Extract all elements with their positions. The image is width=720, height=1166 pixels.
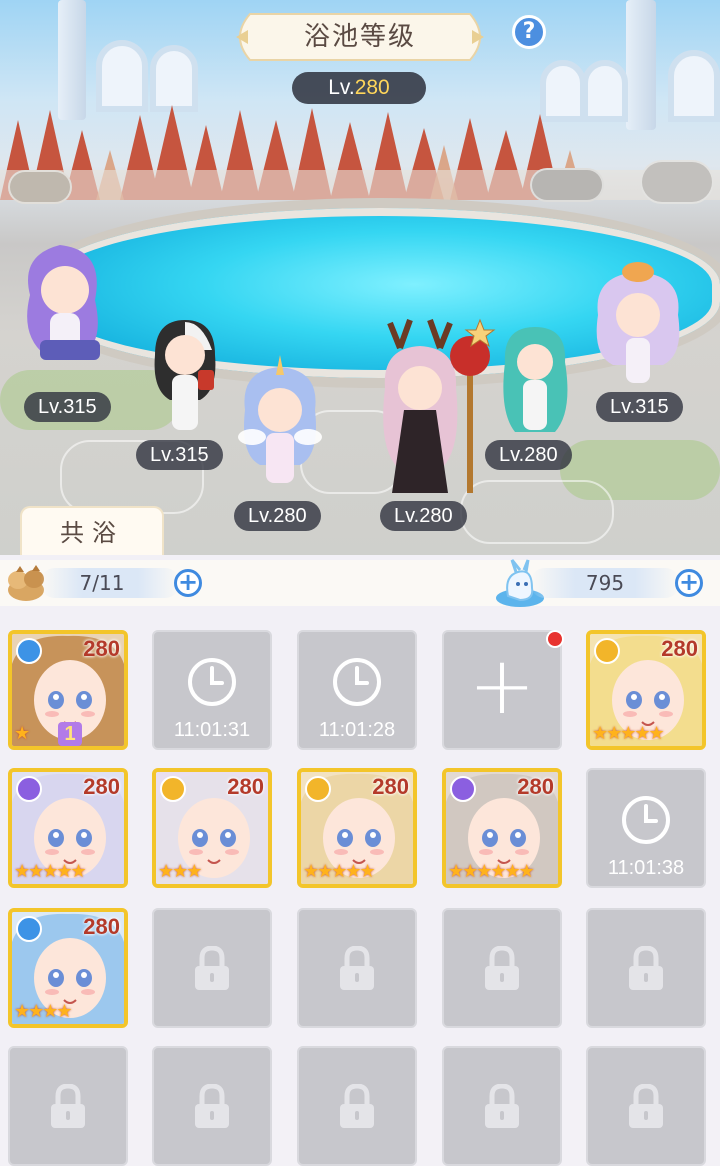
star-rating: ★★★★★ xyxy=(14,861,87,882)
clock-icon xyxy=(622,796,670,844)
cooldown-slot[interactable]: 11:01:28 xyxy=(297,630,417,750)
character-card-slot[interactable]: 280 ★★★★ xyxy=(8,908,128,1028)
character-card-slot[interactable]: 280 ★★★★★ xyxy=(297,768,417,888)
character-card-slot[interactable]: 280 ★★★★★★ xyxy=(442,768,562,888)
help-button[interactable]: ? xyxy=(512,15,546,49)
lock-icon xyxy=(195,1084,229,1128)
lock-icon xyxy=(485,1084,519,1128)
locked-slot[interactable] xyxy=(152,908,272,1028)
locked-slot[interactable] xyxy=(152,1046,272,1166)
locked-slot[interactable] xyxy=(586,908,706,1028)
locked-slot[interactable] xyxy=(442,908,562,1028)
awakening-count: 1 xyxy=(58,722,82,746)
cooldown-slot[interactable]: 11:01:38 xyxy=(586,768,706,888)
locked-slot[interactable] xyxy=(442,1046,562,1166)
star-rating: ★★★★ xyxy=(14,1001,73,1022)
character-level-2: Lv.315 xyxy=(136,440,223,470)
bather-character-6[interactable] xyxy=(588,260,688,390)
bather-character-2[interactable] xyxy=(140,310,230,440)
rock-left xyxy=(8,170,72,204)
card-level: 280 xyxy=(227,774,264,799)
character-card-slot[interactable]: 280 ★★★★★ xyxy=(586,630,706,750)
element-badge-icon xyxy=(450,776,476,802)
cooldown-timer: 11:01:28 xyxy=(318,719,396,741)
star-rating: ★★★★★ xyxy=(592,723,665,744)
locked-slot[interactable] xyxy=(297,1046,417,1166)
element-badge-icon xyxy=(16,638,42,664)
pool-level-prefix: Lv. xyxy=(328,76,355,99)
add-energy-button[interactable]: + xyxy=(675,569,703,597)
element-badge-icon xyxy=(16,776,42,802)
star-rating: ★★★★★ xyxy=(303,861,376,882)
bather-character-4[interactable] xyxy=(370,318,510,498)
character-card-slot[interactable]: 280 ★★★★★ xyxy=(8,768,128,888)
capacity-value: 7/11 xyxy=(79,571,125,595)
card-level: 280 xyxy=(661,636,698,661)
tab-shared-bath-label: 共浴 xyxy=(60,519,124,547)
element-badge-icon xyxy=(16,916,42,942)
card-level: 280 xyxy=(83,636,120,661)
rock-far-right xyxy=(640,160,714,204)
lock-icon xyxy=(51,1084,85,1128)
add-capacity-button[interactable]: + xyxy=(174,569,202,597)
element-badge-icon xyxy=(160,776,186,802)
autumn-trees xyxy=(0,105,720,200)
rock-right xyxy=(530,168,604,202)
title-text: 浴池等级 xyxy=(303,22,416,52)
character-level-1: Lv.315 xyxy=(24,392,111,422)
notification-dot xyxy=(546,630,564,648)
pool-level-title: 浴池等级 xyxy=(228,12,492,62)
star-rating: ★★★★★★ xyxy=(448,861,535,882)
pool-level-value: 280 xyxy=(354,76,390,99)
lock-icon xyxy=(485,946,519,990)
element-badge-icon xyxy=(594,638,620,664)
add-slot[interactable]: + xyxy=(442,630,562,750)
character-card-slot[interactable]: 280 ★★★ xyxy=(152,768,272,888)
star-rating: ★ xyxy=(14,723,30,744)
star-rating: ★★★ xyxy=(158,861,202,882)
lock-icon xyxy=(195,946,229,990)
bather-character-3[interactable] xyxy=(230,355,330,495)
character-level-5: Lv.280 xyxy=(485,440,572,470)
plus-icon: + xyxy=(468,639,536,732)
lock-icon xyxy=(340,1084,374,1128)
locked-slot[interactable] xyxy=(586,1046,706,1166)
character-card-slot[interactable]: 280 ★ 1 xyxy=(8,630,128,750)
lock-icon xyxy=(340,946,374,990)
cooldown-timer: 11:01:38 xyxy=(607,857,685,879)
card-level: 280 xyxy=(83,774,120,799)
pool-level-indicator: Lv.280 xyxy=(292,72,426,104)
element-badge-icon xyxy=(305,776,331,802)
clock-icon xyxy=(188,658,236,706)
energy-value: 795 xyxy=(585,571,625,595)
clock-icon xyxy=(333,658,381,706)
locked-slot[interactable] xyxy=(297,908,417,1028)
bather-character-5[interactable] xyxy=(495,322,575,442)
card-level: 280 xyxy=(372,774,409,799)
character-level-4: Lv.280 xyxy=(380,501,467,531)
bather-character-1[interactable] xyxy=(10,235,120,375)
card-level: 280 xyxy=(517,774,554,799)
card-level: 280 xyxy=(83,914,120,939)
lock-icon xyxy=(629,1084,663,1128)
cooldown-slot[interactable]: 11:01:31 xyxy=(152,630,272,750)
tab-shared-bath[interactable]: 共浴 xyxy=(20,506,164,558)
lock-icon xyxy=(629,946,663,990)
cooldown-timer: 11:01:31 xyxy=(173,719,251,741)
character-level-3: Lv.280 xyxy=(234,501,321,531)
character-level-6: Lv.315 xyxy=(596,392,683,422)
locked-slot[interactable] xyxy=(8,1046,128,1166)
